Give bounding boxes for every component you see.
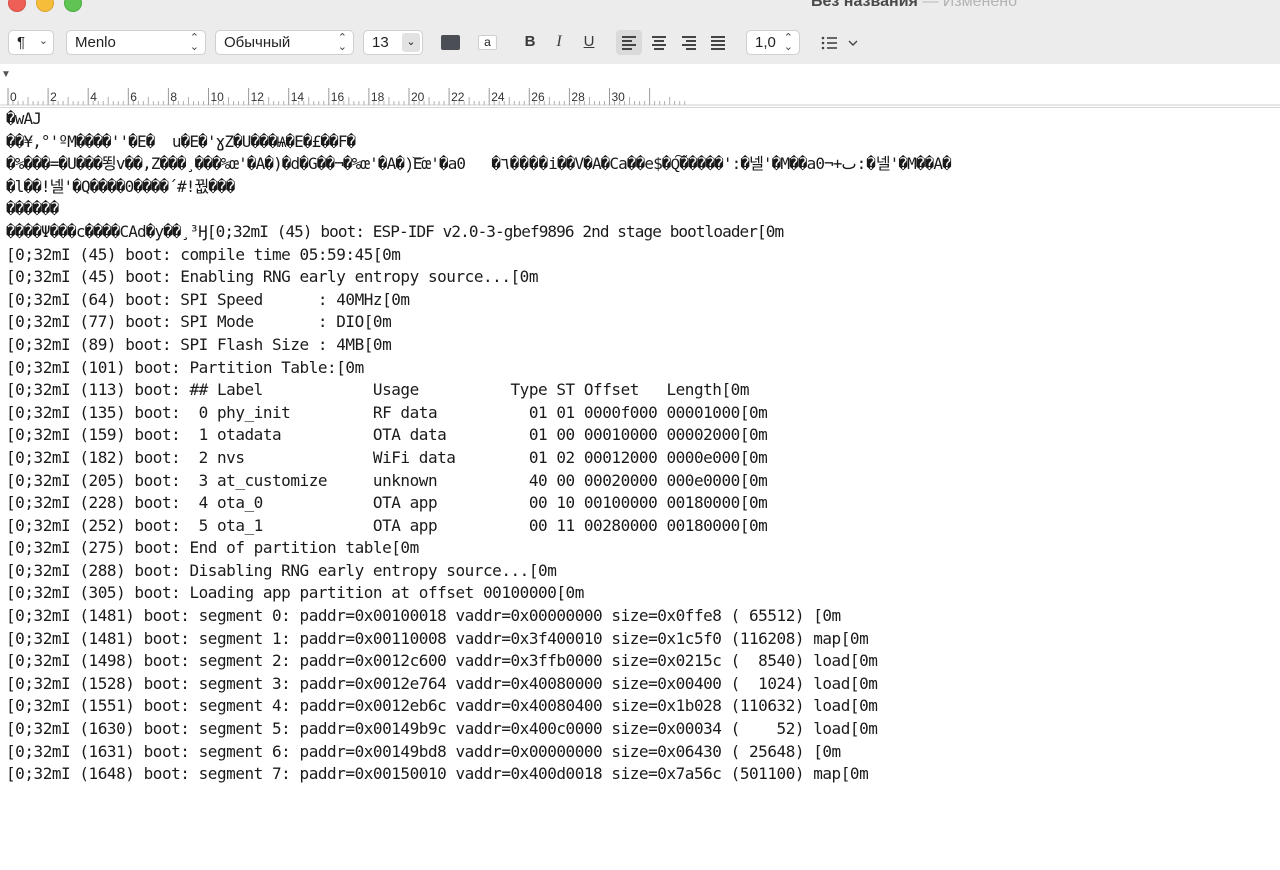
align-center-button[interactable] (646, 30, 672, 55)
ruler-label: 8 (170, 90, 177, 104)
ruler-label: 14 (291, 90, 305, 104)
ruler-scale: 0 2 4 6 8 10 12 14 16 18 20 22 24 26 28 30 (0, 88, 1280, 106)
ruler-label: 16 (331, 90, 345, 104)
text-line: [0;32mI (45) boot: Enabling RNG early en… (6, 267, 539, 287)
text-line: [0;32mI (1481) boot: segment 0: paddr=0x… (6, 606, 841, 626)
stepper-icon: ⌃ ⌄ (783, 32, 793, 53)
ruler-label: 0 (10, 90, 17, 104)
text-line: [0;32mI (288) boot: Disabling RNG early … (6, 560, 557, 580)
chevron-down-icon[interactable]: ⌄ (402, 33, 420, 52)
ruler-label: 22 (451, 90, 465, 104)
ruler-label: 6 (130, 90, 137, 104)
document-status: Изменено (942, 0, 1017, 10)
ruler-label: 2 (50, 90, 57, 104)
text-line: [0;32mI (305) boot: Loading app partitio… (6, 583, 584, 603)
window-title: Без названия — Изменено (811, 0, 1017, 11)
text-line: ������ (6, 199, 59, 219)
text-line: ��¥,°'ºM����''�E� u�E�'ɣZ�U���Ѩ�E�£��F� (6, 131, 356, 151)
document-text-area[interactable]: �wAJ ��¥,°'ºM����''�E� u�E�'ɣZ�U���Ѩ�E�£�… (6, 108, 1276, 786)
format-toolbar: ¶ ⌄ Menlo ⌃ ⌄ Обычный ⌃ ⌄ 13 ⌄ a B I U 1… (0, 20, 1280, 64)
text-line: [0;32mI (113) boot: ## Label Usage Type … (6, 380, 749, 400)
document-name: Без названия (811, 0, 918, 10)
text-line: �wAJ (6, 109, 42, 128)
font-style-value: Обычный (224, 34, 291, 51)
text-line: [0;32mI (275) boot: End of partition tab… (6, 538, 419, 558)
ruler-label: 4 (90, 90, 97, 104)
font-family-select[interactable]: Menlo ⌃ ⌄ (66, 30, 206, 55)
highlight-color-well[interactable]: a (478, 35, 497, 50)
ruler-label: 18 (371, 90, 385, 104)
ruler-label: 20 (411, 90, 425, 104)
line-spacing-value: 1,0 (755, 34, 776, 51)
list-bullets-button[interactable] (820, 34, 862, 52)
ruler[interactable]: ▼ 0 2 4 6 8 10 12 14 16 18 20 22 24 26 28 30 (0, 64, 1280, 108)
text-line: [0;32mI (1498) boot: segment 2: paddr=0x… (6, 651, 878, 671)
font-family-value: Menlo (75, 34, 116, 51)
title-bar: Без названия — Изменено (0, 0, 1280, 20)
paragraph-styles-button[interactable]: ¶ ⌄ (8, 30, 54, 55)
text-line: [0;32mI (228) boot: 4 ota_0 OTA app 00 1… (6, 493, 768, 513)
text-line: [0;32mI (1648) boot: segment 7: paddr=0x… (6, 764, 869, 784)
text-line: �%���=�U���뙹v��,Z���¸���%œ'�A�)�d�G��¬�%… (6, 154, 952, 174)
list-icon (821, 36, 858, 50)
title-separator: — (922, 0, 939, 10)
paragraph-icon: ¶ (17, 34, 26, 51)
text-line: [0;32mI (1528) boot: segment 3: paddr=0x… (6, 673, 878, 693)
chevron-down-icon: ⌄ (38, 35, 48, 47)
ruler-label: 28 (571, 90, 585, 104)
text-line: [0;32mI (135) boot: 0 phy_init RF data 0… (6, 402, 768, 422)
stepper-icon: ⌃ ⌄ (337, 32, 347, 53)
ruler-label: 24 (491, 90, 505, 104)
text-color-well[interactable] (441, 35, 460, 50)
line-spacing-select[interactable]: 1,0 ⌃ ⌄ (746, 30, 800, 55)
ruler-label: 26 (531, 90, 545, 104)
text-line: [0;32mI (159) boot: 1 otadata OTA data 0… (6, 425, 768, 445)
close-window-button[interactable] (8, 0, 26, 12)
align-justify-button[interactable] (705, 30, 731, 55)
text-line: [0;32mI (1631) boot: segment 6: paddr=0x… (6, 741, 841, 761)
tab-stop-marker-icon[interactable]: ▼ (1, 69, 11, 80)
text-line: [0;32mI (77) boot: SPI Mode : DIO[0m (6, 312, 392, 332)
text-line: [0;32mI (252) boot: 5 ota_1 OTA app 00 1… (6, 515, 768, 535)
text-line: [0;32mI (1630) boot: segment 5: paddr=0x… (6, 719, 878, 739)
text-line: [0;32mI (1551) boot: segment 4: paddr=0x… (6, 696, 878, 716)
font-style-select[interactable]: Обычный ⌃ ⌄ (215, 30, 354, 55)
underline-button[interactable]: U (579, 33, 599, 50)
text-line: [0;32mI (1481) boot: segment 1: paddr=0x… (6, 628, 869, 648)
text-line: [0;32mI (45) boot: compile time 05:59:45… (6, 244, 401, 264)
align-right-button[interactable] (676, 30, 702, 55)
italic-button[interactable]: I (549, 33, 569, 51)
text-line: ����Ψ���c����CAd�y��¸³Ӈ[0;32mI (45) boot… (6, 221, 784, 241)
text-line: [0;32mI (205) boot: 3 at_customize unkno… (6, 470, 768, 490)
font-size-value: 13 (372, 34, 389, 51)
text-line: [0;32mI (64) boot: SPI Speed : 40MHz[0m (6, 289, 410, 309)
ruler-label: 10 (211, 90, 225, 104)
text-line: [0;32mI (182) boot: 2 nvs WiFi data 01 0… (6, 447, 768, 467)
highlight-label: a (484, 35, 491, 49)
text-line: [0;32mI (89) boot: SPI Flash Size : 4MB[… (6, 334, 392, 354)
zoom-window-button[interactable] (64, 0, 82, 12)
bold-button[interactable]: B (520, 33, 540, 50)
text-line: [0;32mI (101) boot: Partition Table:[0m (6, 357, 364, 377)
ruler-label: 12 (251, 90, 265, 104)
font-size-combobox[interactable]: 13 ⌄ (363, 30, 423, 55)
text-line: �l��!넬'�Q����0����´#!꿦��� (6, 176, 235, 196)
minimize-window-button[interactable] (36, 0, 54, 12)
ruler-label: 30 (612, 90, 626, 104)
stepper-icon: ⌃ ⌄ (189, 32, 199, 53)
align-left-button[interactable] (616, 30, 642, 55)
